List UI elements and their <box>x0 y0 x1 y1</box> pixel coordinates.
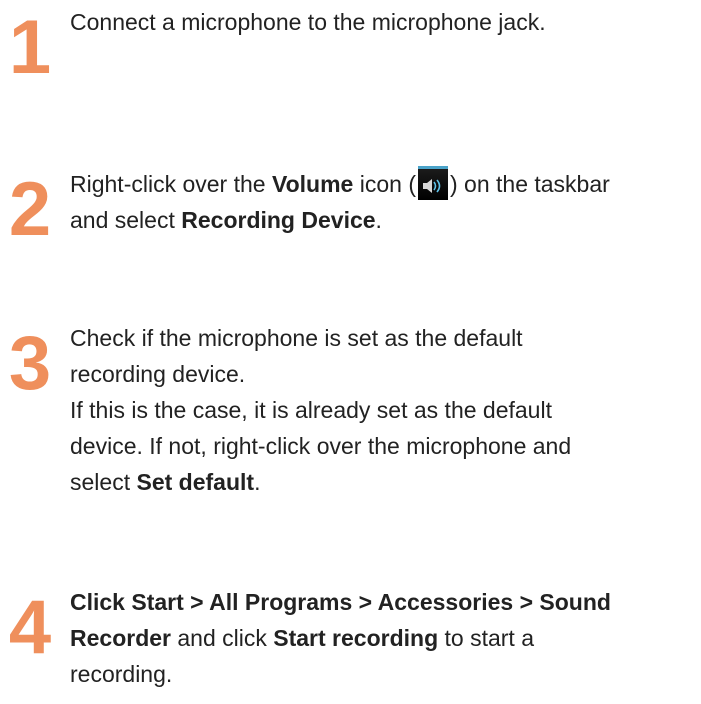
step-1-text: Connect a microphone to the microphone j… <box>70 9 546 35</box>
text-segment: to start a <box>438 625 535 651</box>
step-number: 1 <box>8 5 52 90</box>
recording-device-label: Recording Device <box>181 207 376 233</box>
step-3-line-2: recording device. <box>70 361 246 387</box>
text-segment: icon ( <box>353 171 416 197</box>
step-3-line-4: device. If not, right-click over the mic… <box>70 433 572 459</box>
text-segment: and click <box>170 625 274 651</box>
step-text: Right-click over the Volume icon ( ) on … <box>70 165 698 238</box>
text-segment: . <box>375 207 382 233</box>
volume-label: Volume <box>271 171 354 197</box>
step-number: 3 <box>8 321 52 406</box>
step-number: 2 <box>8 167 52 252</box>
step-2-line-1: Right-click over the Volume icon ( ) on … <box>70 165 698 202</box>
text-segment: Right-click over the <box>70 171 272 197</box>
step-text: Click Start > All Programs > Accessories… <box>70 584 698 692</box>
text-segment: and select <box>70 207 182 233</box>
step-4-line-2: Recorder and click Start recording to st… <box>70 620 698 656</box>
step-4-line-3: recording. <box>70 661 173 687</box>
start-recording-label: Start recording <box>273 625 439 651</box>
text-segment: . <box>254 469 261 495</box>
speaker-volume-icon <box>417 165 448 200</box>
step-3-line-3: If this is the case, it is already set a… <box>70 397 552 423</box>
text-segment: select <box>70 469 137 495</box>
step-3-line-5: select Set default. <box>70 464 698 500</box>
step-2-line-2: and select Recording Device. <box>70 202 698 238</box>
step-3-line-1: Check if the microphone is set as the de… <box>70 325 523 351</box>
step-4-line-1: Click Start > All Programs > Accessories… <box>70 584 698 620</box>
menu-path-label: Click Start > All Programs > Accessories… <box>70 589 611 615</box>
step-number: 4 <box>8 585 52 670</box>
step-text: Check if the microphone is set as the de… <box>70 320 698 500</box>
set-default-label: Set default <box>136 469 255 495</box>
text-segment: ) on the taskbar <box>449 171 610 197</box>
recorder-label: Recorder <box>70 625 171 651</box>
step-text: Connect a microphone to the microphone j… <box>70 4 698 40</box>
